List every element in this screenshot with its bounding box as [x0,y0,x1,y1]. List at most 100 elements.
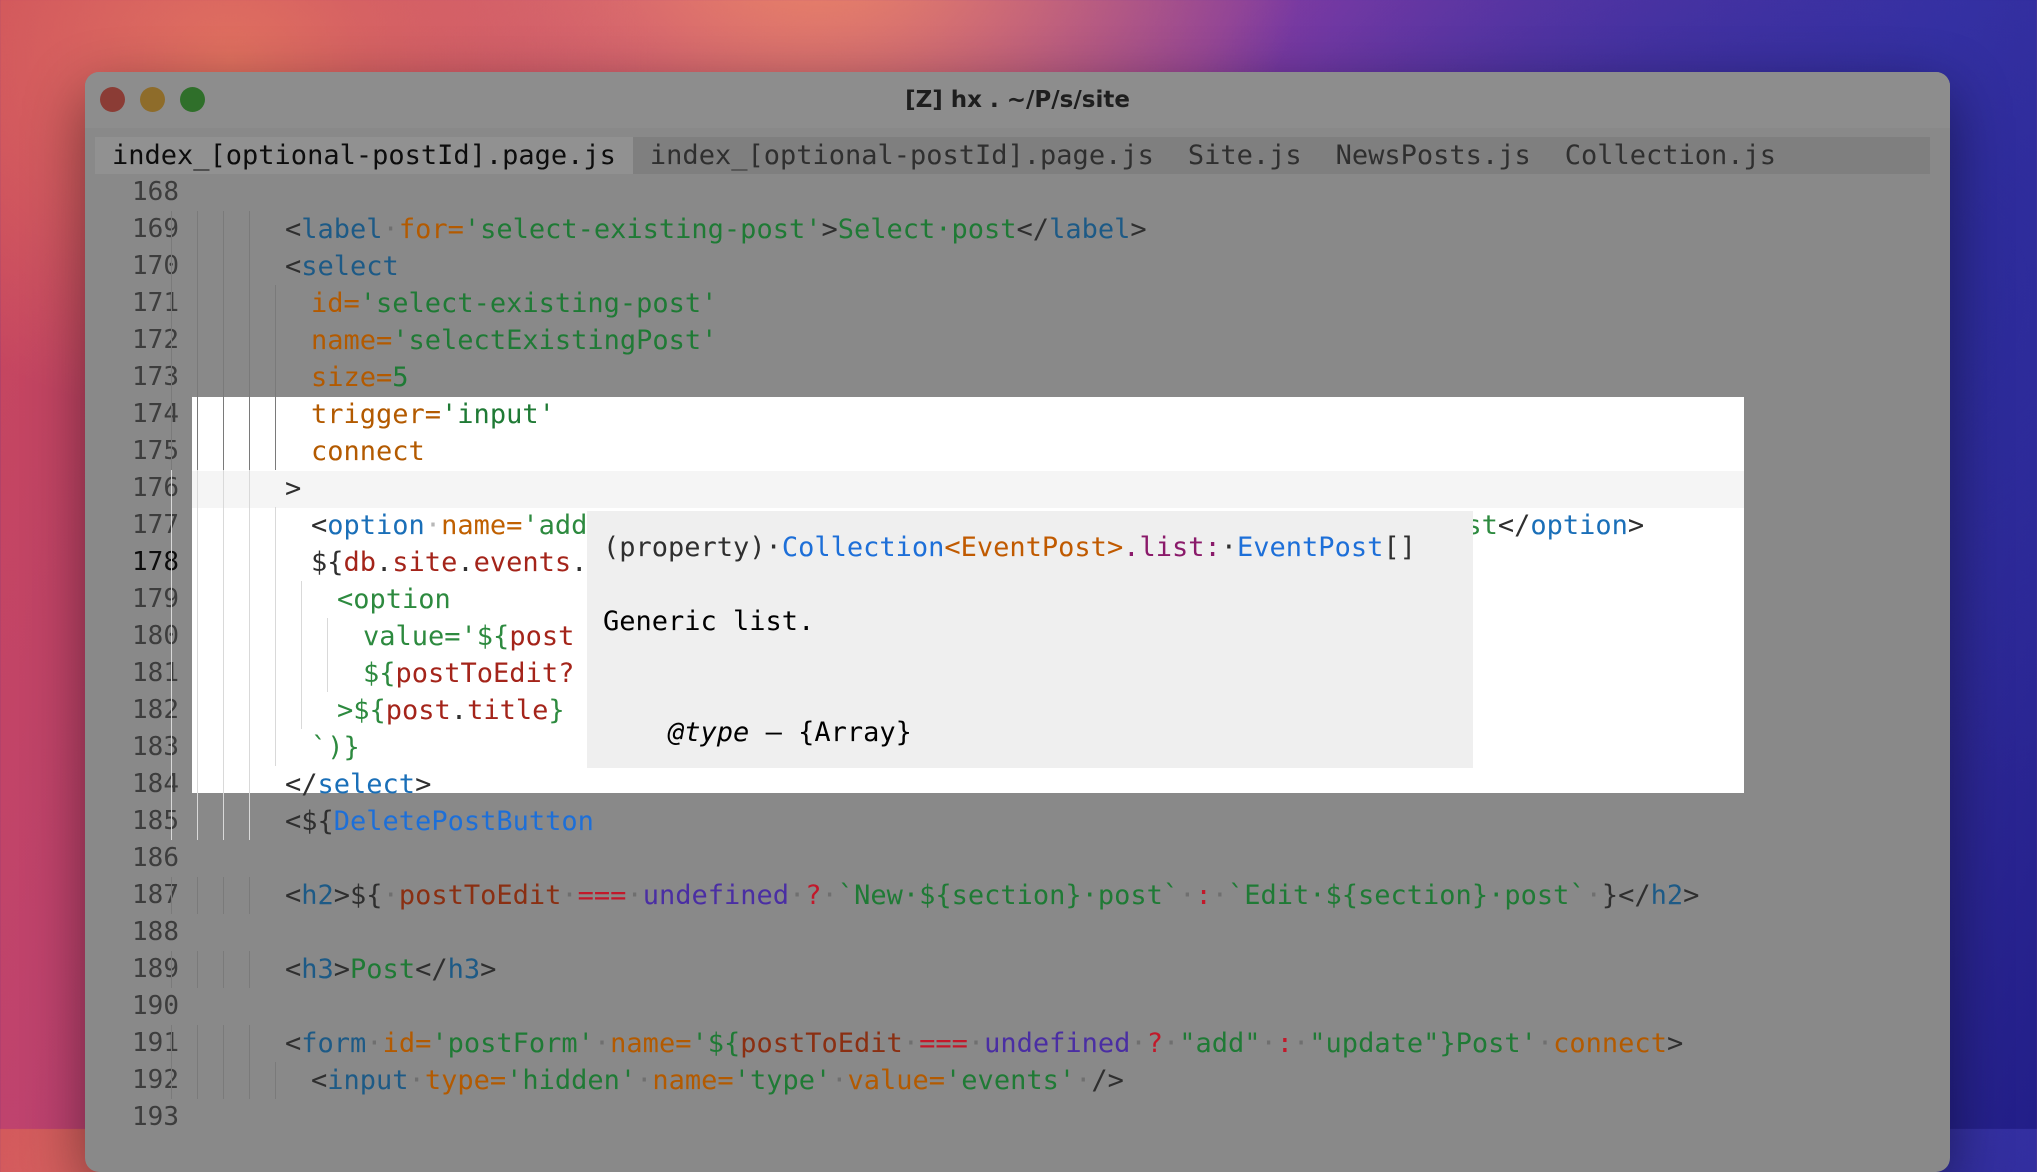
code-token: </ [1016,214,1050,245]
signature-token: (property)· [603,532,782,563]
close-window-button[interactable] [100,87,125,112]
code-token: < [285,1028,302,1059]
minimize-window-button[interactable] [140,87,165,112]
code-token: 'type' [733,1065,832,1096]
code-line[interactable]: 190 [85,988,1950,1025]
indent-guide [197,1025,198,1062]
indent-guide [249,211,250,248]
code-text: size=5 [311,359,409,396]
code-line[interactable]: 173 size=5 [85,359,1950,396]
line-number: 188 [132,917,179,947]
type-dash: — [749,717,799,748]
indent-guide [249,1062,250,1099]
code-token: undefined [642,880,790,911]
code-line[interactable]: 189 <h3>Post</h3> [85,951,1950,988]
code-token: · [1293,1028,1310,1059]
buffer-tab-5[interactable]: Collection.js [1548,137,1793,174]
line-number: 184 [132,769,179,799]
indent-guide [171,322,172,359]
indent-guide [197,211,198,248]
code-line[interactable]: 171 id='select-existing-post' [85,285,1950,322]
code-token: · [1211,880,1228,911]
indent-guide [327,655,328,692]
zoom-window-button[interactable] [180,87,205,112]
code-line[interactable]: 175 connect [85,433,1950,470]
hover-type-annotation: @type — {Array} [603,677,912,788]
code-line[interactable]: 170 <select [85,248,1950,285]
line-number: 174 [132,399,179,429]
code-token: option [327,510,425,541]
indent-guide [249,433,250,470]
indent-guide [327,618,328,655]
code-line[interactable]: 174 trigger='input' [85,396,1950,433]
code-line[interactable]: 169 <label·for='select-existing-post'>Sel… [85,211,1950,248]
code-text: trigger='input' [311,396,555,433]
code-line[interactable]: 187 <h2>${·postToEdit·===·undefined·?·`Ne… [85,877,1950,914]
code-line[interactable]: 188 [85,914,1950,951]
code-token: : [1276,1028,1294,1059]
code-line[interactable]: 172 name='selectExistingPost' [85,322,1950,359]
code-token: 'hidden' [506,1065,637,1096]
indent-guide [171,396,172,433]
indent-guide [197,1062,198,1099]
code-token: < [285,214,302,245]
code-token: · [561,880,578,911]
code-text: <select [285,248,399,285]
code-token: 'select-existing-post' [359,288,718,319]
indent-guide [301,581,302,618]
code-token: < [285,954,302,985]
line-number: 168 [132,177,179,207]
indent-guide [197,470,198,507]
signature-token: Collection [781,532,945,563]
line-number: 192 [132,1065,179,1095]
code-token: DeletePostButton [333,806,594,837]
indent-guide [249,544,250,581]
code-token: < [285,251,302,282]
indent-guide [197,803,198,840]
code-token: · [902,1028,920,1059]
indent-guide [197,544,198,581]
code-token: > [1683,880,1700,911]
indent-guide [249,581,250,618]
code-token: 'postForm' [431,1028,594,1059]
code-token: > [480,954,497,985]
indent-guide [171,729,172,766]
buffer-tab-3[interactable]: Site.js [1171,137,1319,174]
code-token: 'input' [441,399,555,430]
indent-guide [249,803,250,840]
code-token: < [285,880,302,911]
code-line[interactable]: 176 > [85,470,1950,507]
hover-documentation-popup: (property)·Collection<EventPost>.list:·E… [587,511,1473,768]
code-token: · [366,1028,383,1059]
code-token: · [626,880,643,911]
code-token: h3 [447,954,481,985]
code-token: > [333,954,351,985]
code-line[interactable]: 168 [85,174,1950,211]
code-token: undefined [984,1028,1131,1059]
indent-guide [301,692,302,729]
code-line[interactable]: 184 </select> [85,766,1950,803]
indent-guide [223,803,224,840]
indent-guide [223,766,224,803]
indent-guide [275,618,276,655]
buffer-tab-2[interactable]: index_[optional-postId].page.js [633,137,1171,174]
indent-guide [223,618,224,655]
hover-signature: (property)·Collection<EventPost>.list:·E… [603,529,1416,566]
indent-guide [171,877,172,914]
code-line[interactable]: 193 [85,1099,1950,1136]
line-number: 186 [132,843,179,873]
code-token: · [382,880,399,911]
code-text: <form·id='postForm'·name='${postToEdit·=… [285,1025,1683,1062]
indent-guide [197,655,198,692]
code-line[interactable]: 192 <input·type='hidden'·name='type'·valu… [85,1062,1950,1099]
indent-guide [301,618,302,655]
buffer-tab-1[interactable]: index_[optional-postId].page.js [95,137,633,174]
code-token: name= [652,1065,734,1096]
code-token: · [1536,1028,1554,1059]
line-number: 181 [132,658,179,688]
code-line[interactable]: 191 <form·id='postForm'·name='${postToEdi… [85,1025,1950,1062]
code-line[interactable]: 185 <${DeletePostButton [85,803,1950,840]
code-token: id= [382,1028,432,1059]
buffer-tab-4[interactable]: NewsPosts.js [1319,137,1548,174]
code-line[interactable]: 186 [85,840,1950,877]
